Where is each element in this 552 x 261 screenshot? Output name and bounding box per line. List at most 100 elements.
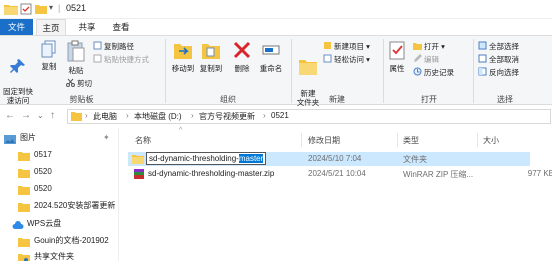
move-to-icon (169, 40, 197, 62)
breadcrumb-separator: › (85, 111, 88, 120)
nav-item-0520[interactable]: 0520 (0, 164, 115, 180)
folder-icon (71, 111, 82, 123)
paste-shortcut-button[interactable]: 粘贴快捷方式 (93, 54, 149, 65)
tab-file[interactable]: 文件 (0, 19, 33, 35)
nav-item-2024-520[interactable]: 2024.520安装部署更新 (0, 198, 115, 214)
nav-item-wps-cloud[interactable]: WPS云盘 (0, 216, 115, 232)
copy-to-icon (197, 40, 225, 62)
properties-icon[interactable] (20, 3, 32, 16)
ribbon-separator (165, 39, 166, 103)
tab-share[interactable]: 共享 (72, 19, 102, 35)
tab-view[interactable]: 查看 (106, 19, 136, 35)
navigation-pane: 图片 ✦ 0517 0520 0520 2024.520安装部署更新 WPS云盘… (0, 130, 115, 261)
file-date: 2024/5/10 7:04 (308, 154, 362, 163)
column-separator[interactable] (477, 133, 478, 147)
forward-arrow-icon[interactable]: → (21, 110, 31, 121)
nav-item-label: Gouin的文档-201902 (34, 236, 109, 245)
history-icon (413, 67, 422, 79)
ribbon-separator (291, 39, 292, 103)
column-separator[interactable] (301, 133, 302, 147)
ribbon-separator (473, 39, 474, 103)
copy-button[interactable]: 复制 (36, 40, 62, 71)
select-all-button[interactable]: 全部选择 (478, 41, 519, 52)
select-none-button[interactable]: 全部取消 (478, 54, 519, 65)
address-bar-row: ← → ⌄ ↑ › 此电脑 › 本地磁盘 (D:) › 官方号视频更新 › 05… (0, 108, 552, 125)
column-separator[interactable] (397, 133, 398, 147)
column-type[interactable]: 类型 (403, 135, 419, 146)
paste-button[interactable]: 粘贴 (63, 40, 89, 75)
cut-button[interactable]: 剪切 (66, 78, 92, 89)
paste-shortcut-label: 粘贴快捷方式 (104, 55, 149, 64)
nav-item-label: 0517 (34, 150, 52, 159)
select-all-label: 全部选择 (489, 42, 519, 51)
rename-icon (257, 40, 285, 62)
column-size[interactable]: 大小 (483, 135, 499, 146)
copy-to-label: 复制到 (199, 64, 223, 73)
column-date[interactable]: 修改日期 (308, 135, 340, 146)
properties-button[interactable]: 属性 (385, 40, 409, 73)
folder-icon (18, 202, 30, 214)
title-bar: ▾ | 0521 (0, 0, 552, 19)
folder-icon (18, 151, 30, 163)
edit-button[interactable]: 编辑 (413, 54, 439, 65)
nav-item-0520-b[interactable]: 0520 (0, 181, 115, 197)
shared-folder-icon (18, 253, 30, 261)
qat-dropdown-icon[interactable]: ▾ (49, 3, 53, 16)
open-icon (413, 41, 422, 53)
pane-divider[interactable] (118, 128, 119, 261)
easy-access-label: 轻松访问 (334, 55, 364, 64)
easy-access-button[interactable]: 轻松访问 ▾ (323, 54, 370, 65)
file-name: sd-dynamic-thresholding-master.zip (148, 169, 275, 178)
address-box[interactable]: › 此电脑 › 本地磁盘 (D:) › 官方号视频更新 › 0521 (67, 109, 551, 124)
nav-item-gouin-docs[interactable]: Gouin的文档-201902 (0, 233, 115, 249)
new-folder-quick-icon[interactable] (35, 3, 47, 16)
up-arrow-icon[interactable]: ↑ (50, 110, 55, 121)
easy-access-icon (323, 54, 332, 66)
nav-item-label: 图片 (20, 133, 36, 142)
cut-label: 剪切 (77, 79, 92, 88)
breadcrumb-separator: › (263, 111, 266, 120)
table-row[interactable]: sd-dynamic-thresholding-master.zip 2024/… (128, 167, 552, 181)
nav-item-shared-folder[interactable]: 共享文件夹 (0, 249, 115, 261)
breadcrumb-official-videos[interactable]: 官方号视频更新 (199, 111, 255, 122)
invert-selection-button[interactable]: 反向选择 (478, 67, 519, 78)
breadcrumb-0521[interactable]: 0521 (271, 111, 289, 120)
rename-input[interactable]: sd-dynamic-thresholding-master (146, 152, 267, 165)
copy-path-label: 复制路径 (104, 42, 134, 51)
select-none-label: 全部取消 (489, 55, 519, 64)
move-to-label: 移动到 (171, 64, 195, 73)
ribbon-tabs: 文件 主页 共享 查看 (0, 19, 552, 35)
back-arrow-icon[interactable]: ← (5, 110, 15, 121)
properties-label: 属性 (389, 64, 405, 73)
nav-item-label: 0520 (34, 184, 52, 193)
new-item-icon (323, 41, 332, 53)
breadcrumb-this-pc[interactable]: 此电脑 (93, 111, 117, 122)
copy-path-button[interactable]: 复制路径 (93, 41, 134, 52)
new-group-label: 新建 (329, 95, 345, 104)
nav-item-pictures[interactable]: 图片 ✦ (0, 130, 115, 146)
history-label: 历史记录 (424, 68, 454, 77)
copy-path-icon (93, 41, 102, 53)
open-group-label: 打开 (421, 95, 437, 104)
invert-selection-icon (478, 67, 487, 79)
folder-icon (18, 237, 30, 249)
folder-icon (132, 154, 144, 166)
new-item-button[interactable]: 新建项目 ▾ (323, 41, 370, 52)
open-button[interactable]: 打开 ▾ (413, 41, 445, 52)
nav-item-0517[interactable]: 0517 (0, 147, 115, 163)
file-type: WinRAR ZIP 压缩... (403, 170, 474, 179)
rename-button[interactable]: 重命名 (257, 40, 285, 73)
breadcrumb-drive-d[interactable]: 本地磁盘 (D:) (134, 111, 182, 122)
folder-icon (4, 3, 18, 16)
scissors-icon (66, 78, 75, 90)
recent-dropdown-icon[interactable]: ⌄ (37, 111, 44, 120)
delete-button[interactable]: 删除 (229, 40, 255, 73)
tab-home[interactable]: 主页 (36, 19, 66, 35)
copy-to-button[interactable]: 复制到 (197, 40, 225, 73)
move-to-button[interactable]: 移动到 (169, 40, 197, 73)
column-name[interactable]: 名称 (135, 135, 151, 146)
table-row[interactable]: sd-dynamic-thresholding-master 2024/5/10… (128, 152, 530, 166)
clipboard-group-label: 剪贴板 (69, 95, 94, 104)
window-title: 0521 (66, 3, 87, 13)
history-button[interactable]: 历史记录 (413, 67, 454, 78)
